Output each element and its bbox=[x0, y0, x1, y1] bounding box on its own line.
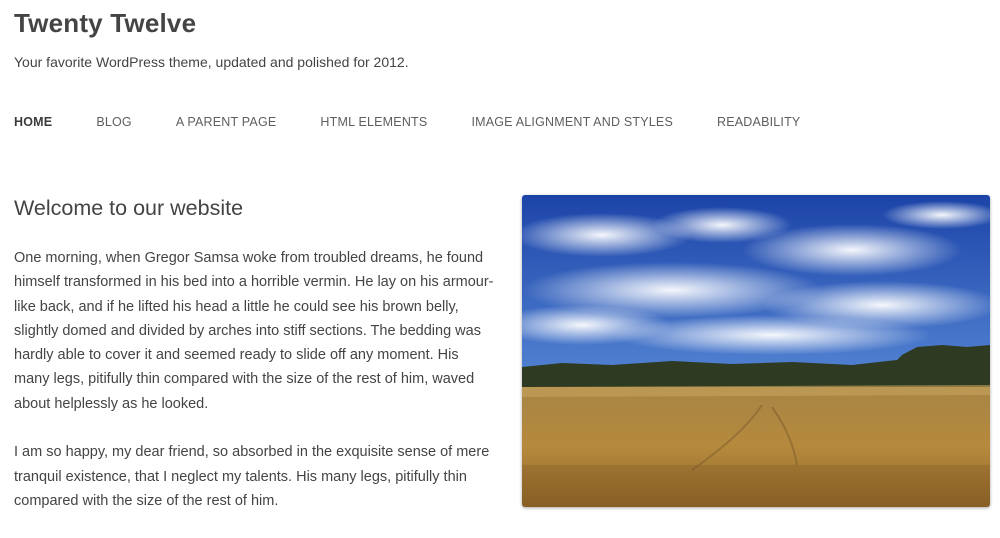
site-title[interactable]: Twenty Twelve bbox=[14, 8, 196, 39]
nav-item-readability[interactable]: READABILITY bbox=[717, 115, 800, 129]
page-title: Welcome to our website bbox=[14, 196, 244, 220]
page-content: One morning, when Gregor Samsa woke from… bbox=[14, 246, 494, 538]
content-paragraph: One morning, when Gregor Samsa woke from… bbox=[14, 250, 494, 412]
nav-item-a-parent-page[interactable]: A PARENT PAGE bbox=[176, 115, 277, 129]
main-navigation: HOME BLOG A PARENT PAGE HTML ELEMENTS IM… bbox=[14, 115, 844, 129]
nav-item-image-alignment-and-styles[interactable]: IMAGE ALIGNMENT AND STYLES bbox=[471, 115, 673, 129]
hero-image-wheat-field bbox=[522, 195, 990, 507]
content-paragraph: I am so happy, my dear friend, so absorb… bbox=[14, 444, 490, 509]
nav-item-home[interactable]: HOME bbox=[14, 115, 52, 129]
nav-item-blog[interactable]: BLOG bbox=[96, 115, 132, 129]
nav-item-html-elements[interactable]: HTML ELEMENTS bbox=[320, 115, 427, 129]
site-description: Your favorite WordPress theme, updated a… bbox=[14, 54, 409, 70]
